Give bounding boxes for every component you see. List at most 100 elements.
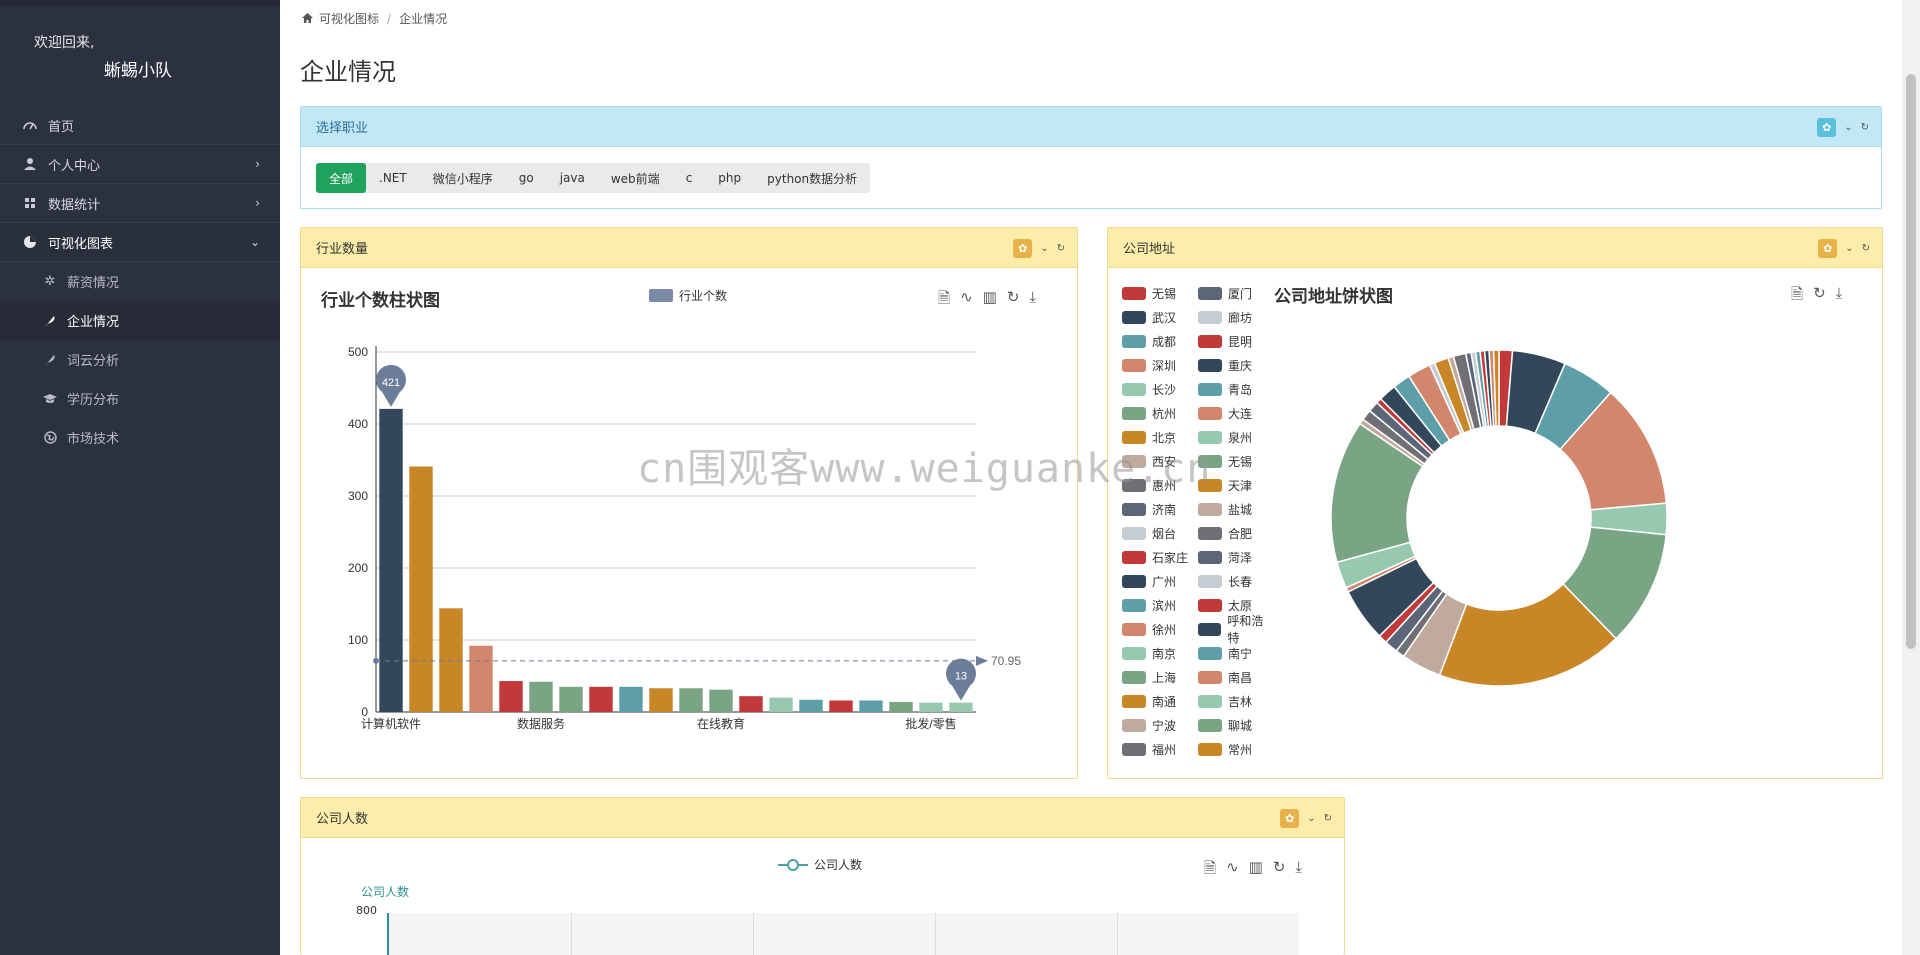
line-switch-icon[interactable]: ∿	[1226, 858, 1239, 883]
home-icon	[302, 12, 313, 26]
pie-legend-item[interactable]: 菏泽	[1198, 548, 1274, 566]
nav-item-charts[interactable]: 可视化图表 ⌄	[0, 223, 280, 262]
pie-legend-item[interactable]: 盐城	[1198, 500, 1274, 518]
pie-legend-item[interactable]: 武汉	[1122, 308, 1198, 326]
pie-legend-item[interactable]: 杭州	[1122, 404, 1198, 422]
refresh-icon[interactable]: ↻	[1861, 122, 1869, 133]
bar-switch-icon[interactable]: ▥	[983, 288, 997, 313]
industry-panel: 行业数量 ✿ ⌄ ↻ 行业个数柱状图 行业个数 🗎 ∿ ▥ ↻ ⤓ 0 100 20…	[300, 227, 1078, 779]
sub-item-market[interactable]: 市场技术	[0, 418, 280, 457]
grid-icon	[22, 195, 38, 211]
tag-c[interactable]: c	[673, 163, 706, 193]
pie-legend-item[interactable]: 成都	[1122, 332, 1198, 350]
pie-legend-item[interactable]: 天津	[1198, 476, 1274, 494]
pie-legend-item[interactable]: 南京	[1122, 644, 1198, 662]
tag-php[interactable]: php	[705, 163, 754, 193]
pie-legend-item[interactable]: 合肥	[1198, 524, 1274, 542]
bar-legend[interactable]: 行业个数	[649, 287, 727, 304]
sub-item-wordcloud[interactable]: 词云分析	[0, 340, 280, 379]
pie-legend-item[interactable]: 宁波	[1122, 716, 1198, 734]
tag-net[interactable]: .NET	[366, 163, 420, 193]
pie-legend-item[interactable]: 无锡	[1122, 284, 1198, 302]
chevron-down-icon[interactable]: ⌄	[1845, 243, 1853, 254]
pie-legend-item[interactable]: 济南	[1122, 500, 1198, 518]
pie-legend-item[interactable]: 重庆	[1198, 356, 1274, 374]
nav-item-home[interactable]: 首页	[0, 106, 280, 145]
legend-label: 徐州	[1152, 622, 1177, 637]
pie-legend-item[interactable]: 昆明	[1198, 332, 1274, 350]
pie-legend-item[interactable]: 呼和浩特	[1198, 614, 1274, 645]
pie-legend-item[interactable]: 大连	[1198, 404, 1274, 422]
gear-icon[interactable]: ✿	[1818, 239, 1838, 258]
pie-legend-item[interactable]: 南通	[1122, 692, 1198, 710]
restore-icon[interactable]: ↻	[1273, 858, 1286, 883]
gear-icon[interactable]: ✿	[1013, 239, 1033, 258]
pie-legend-item[interactable]: 惠州	[1122, 476, 1198, 494]
breadcrumb-home[interactable]: 可视化图标	[319, 10, 379, 27]
sub-item-label: 学历分布	[67, 393, 120, 408]
pie-legend-item[interactable]: 常州	[1198, 740, 1274, 758]
tag-java[interactable]: java	[547, 163, 598, 193]
refresh-icon[interactable]: ↻	[1057, 243, 1065, 254]
pie-legend-item[interactable]: 泉州	[1198, 428, 1274, 446]
line-legend-swatch	[778, 858, 808, 871]
pie-legend-item[interactable]: 厦门	[1198, 284, 1274, 302]
tag-all[interactable]: 全部	[316, 163, 367, 193]
line-switch-icon[interactable]: ∿	[960, 288, 973, 313]
nav-item-stats[interactable]: 数据统计 ›	[0, 184, 280, 223]
pie-legend-item[interactable]: 西安	[1122, 452, 1198, 470]
y-tick-label: 400	[348, 417, 368, 431]
pie-legend-item[interactable]: 长沙	[1122, 380, 1198, 398]
pie-legend-item[interactable]: 廊坊	[1198, 308, 1274, 326]
pie-legend-item[interactable]: 无锡	[1198, 452, 1274, 470]
sub-item-education[interactable]: 学历分布	[0, 379, 280, 418]
restore-icon[interactable]: ↻	[1007, 288, 1020, 313]
download-icon[interactable]: ⤓	[1836, 284, 1843, 309]
pie-legend-item[interactable]: 烟台	[1122, 524, 1198, 542]
pie-legend-item[interactable]: 深圳	[1122, 356, 1198, 374]
pie-legend-item[interactable]: 南宁	[1198, 644, 1274, 662]
pie-legend-item[interactable]: 北京	[1122, 428, 1198, 446]
data-view-icon[interactable]: 🗎	[1791, 284, 1803, 309]
legend-label: 北京	[1152, 430, 1177, 445]
sub-item-salary[interactable]: ✲ 薪资情况	[0, 262, 280, 301]
legend-swatch	[1122, 310, 1146, 324]
tag-miniprogram[interactable]: 微信小程序	[420, 163, 506, 193]
tag-web[interactable]: web前端	[598, 163, 673, 193]
data-view-icon[interactable]: 🗎	[938, 288, 950, 313]
download-icon[interactable]: ⤓	[1029, 288, 1036, 313]
nav-item-profile[interactable]: 个人中心 ›	[0, 145, 280, 184]
pie-legend-item[interactable]: 聊城	[1198, 716, 1274, 734]
legend-label: 吉林	[1228, 694, 1253, 709]
sub-item-company[interactable]: 企业情况	[0, 301, 280, 340]
data-view-icon[interactable]: 🗎	[1204, 858, 1216, 883]
x-tick-label: 数据服务	[517, 716, 565, 731]
download-icon[interactable]: ⤓	[1295, 858, 1302, 883]
page-scrollbar[interactable]	[1902, 0, 1920, 955]
restore-icon[interactable]: ↻	[1813, 284, 1826, 309]
pie-legend-item[interactable]: 上海	[1122, 668, 1198, 686]
pie-legend-item[interactable]: 福州	[1122, 740, 1198, 758]
dashboard-icon	[22, 117, 38, 133]
gear-icon[interactable]: ✿	[1817, 118, 1837, 137]
pie-legend-item[interactable]: 吉林	[1198, 692, 1274, 710]
tag-go[interactable]: go	[506, 163, 547, 193]
line-legend[interactable]: 公司人数	[778, 856, 862, 873]
chevron-down-icon[interactable]: ⌄	[1307, 813, 1315, 824]
pie-legend-item[interactable]: 青岛	[1198, 380, 1274, 398]
pie-legend-item[interactable]: 徐州	[1122, 620, 1198, 638]
pie-legend-item[interactable]: 广州	[1122, 572, 1198, 590]
welcome-block: 欢迎回来, 蜥蜴小队	[0, 6, 280, 106]
refresh-icon[interactable]: ↻	[1324, 813, 1332, 824]
chevron-down-icon[interactable]: ⌄	[1844, 122, 1852, 133]
refresh-icon[interactable]: ↻	[1862, 243, 1870, 254]
chevron-down-icon[interactable]: ⌄	[1040, 243, 1048, 254]
pie-legend-item[interactable]: 南昌	[1198, 668, 1274, 686]
bar-switch-icon[interactable]: ▥	[1249, 858, 1263, 883]
pie-legend-item[interactable]: 石家庄	[1122, 548, 1198, 566]
tag-python[interactable]: python数据分析	[754, 163, 870, 193]
pie-legend-item[interactable]: 长春	[1198, 572, 1274, 590]
gear-icon[interactable]: ✿	[1280, 809, 1300, 828]
pie-legend-item[interactable]: 滨州	[1122, 596, 1198, 614]
scrollbar-thumb[interactable]	[1906, 74, 1916, 649]
